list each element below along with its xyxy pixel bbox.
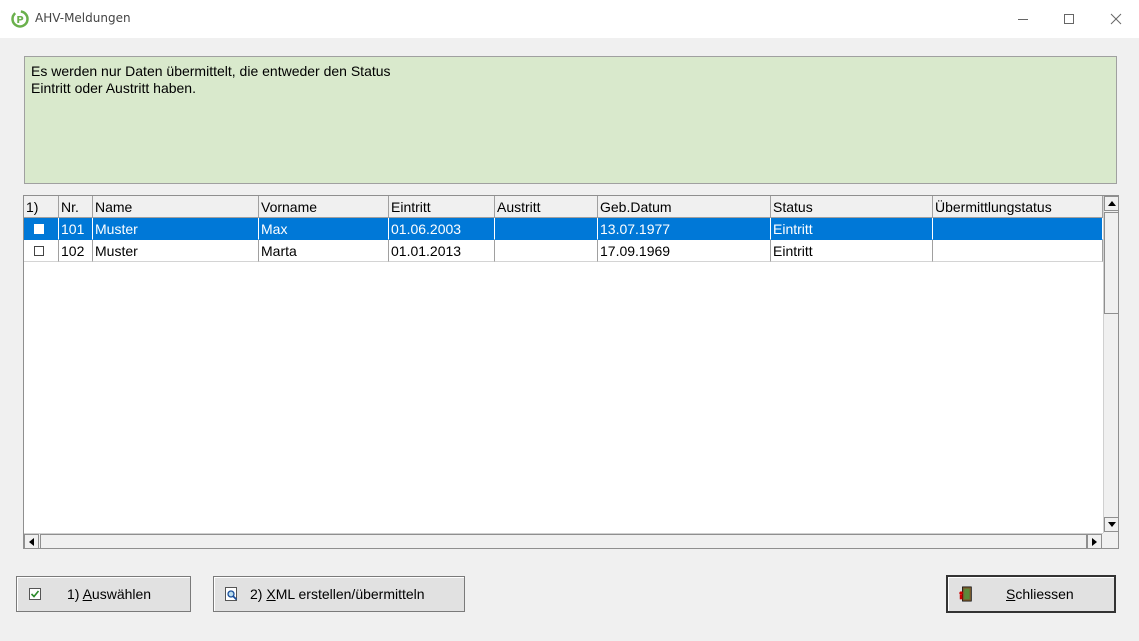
vertical-scroll-thumb[interactable] [1104,212,1118,314]
cell-vorname: Marta [259,240,389,262]
cell-eintritt: 01.06.2003 [389,218,495,240]
exit-door-icon [958,586,974,602]
close-window-button[interactable] [1093,0,1139,38]
horizontal-scroll-thumb[interactable] [40,534,1087,548]
arrow-left-icon [29,537,34,546]
row-checkbox[interactable] [34,224,44,234]
grid-header: 1) Nr. Name Vorname Eintritt Austritt Ge… [24,196,1103,218]
horizontal-scrollbar[interactable] [24,533,1103,548]
employee-grid[interactable]: 1) Nr. Name Vorname Eintritt Austritt Ge… [23,195,1119,549]
cell-nr: 101 [59,218,93,240]
cell-name: Muster [93,218,259,240]
select-button[interactable]: 1) Auswählen [16,576,191,612]
column-header-name[interactable]: Name [93,196,259,218]
select-prefix: 1) [67,586,83,602]
arrow-right-icon [1092,537,1097,546]
close-icon [1110,13,1122,25]
xml-button-label: 2) XML erstellen/übermitteln [250,586,425,602]
column-header-austritt[interactable]: Austritt [495,196,598,218]
window-title: AHV-Meldungen [35,11,131,25]
column-header-geb-datum[interactable]: Geb.Datum [598,196,771,218]
minimize-button[interactable] [1000,0,1046,38]
column-header-select[interactable]: 1) [24,196,59,218]
cell-austritt [495,240,598,262]
xml-rest: ML erstellen/übermitteln [275,586,425,602]
table-row[interactable]: 102 Muster Marta 01.01.2013 17.09.1969 E… [24,240,1103,262]
xml-hotkey: X [266,586,276,602]
checkbox-check-icon [27,586,43,602]
cell-uebermittlungstatus [933,240,1103,262]
app-logo-icon: P [11,10,29,28]
cell-geb-datum: 17.09.1969 [598,240,771,262]
cell-vorname: Max [259,218,389,240]
cell-nr: 102 [59,240,93,262]
scroll-left-button[interactable] [24,534,39,548]
cell-geb-datum: 13.07.1977 [598,218,771,240]
close-hotkey: S [1006,586,1016,602]
select-rest: uswählen [91,586,152,602]
scroll-down-button[interactable] [1104,517,1118,532]
scroll-up-button[interactable] [1104,196,1118,211]
column-header-uebermittlungstatus[interactable]: Übermittlungstatus [933,196,1103,218]
arrow-down-icon [1107,522,1116,527]
row-checkbox[interactable] [34,246,44,256]
document-magnifier-icon [224,586,240,602]
table-row[interactable]: 101 Muster Max 01.06.2003 13.07.1977 Ein… [24,218,1103,240]
minimize-icon [1018,19,1028,20]
title-bar: P AHV-Meldungen [0,0,1139,38]
cell-eintritt: 01.01.2013 [389,240,495,262]
close-rest: chliessen [1015,586,1074,602]
svg-text:P: P [16,15,23,26]
xml-create-transmit-button[interactable]: 2) XML erstellen/übermitteln [213,576,465,612]
cell-uebermittlungstatus [933,218,1103,240]
arrow-up-icon [1107,201,1116,206]
xml-prefix: 2) [250,586,267,602]
column-header-status[interactable]: Status [771,196,933,218]
row-select-cell[interactable] [24,240,59,262]
cell-name: Muster [93,240,259,262]
column-header-eintritt[interactable]: Eintritt [389,196,495,218]
cell-austritt [495,218,598,240]
scroll-right-button[interactable] [1087,534,1102,548]
close-button-label: Schliessen [1006,586,1074,602]
vertical-scrollbar[interactable] [1103,196,1118,533]
select-button-label: 1) Auswählen [67,586,151,602]
select-hotkey: A [82,586,92,602]
maximize-icon [1064,14,1074,24]
info-panel: Es werden nur Daten übermittelt, die ent… [24,56,1117,184]
column-header-nr[interactable]: Nr. [59,196,93,218]
info-line-2: Eintritt oder Austritt haben. [31,80,196,96]
close-dialog-button[interactable]: Schliessen [946,575,1116,613]
scrollbar-corner [1103,533,1118,548]
cell-status: Eintritt [771,218,933,240]
column-header-vorname[interactable]: Vorname [259,196,389,218]
row-select-cell[interactable] [24,218,59,240]
info-line-1: Es werden nur Daten übermittelt, die ent… [31,63,391,79]
maximize-button[interactable] [1046,0,1092,38]
cell-status: Eintritt [771,240,933,262]
